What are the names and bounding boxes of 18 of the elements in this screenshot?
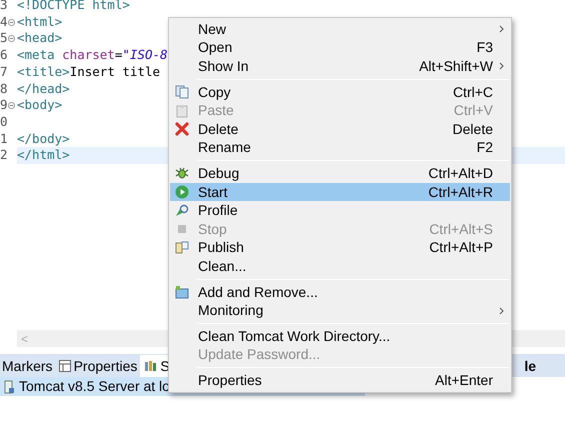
code-line: <title>Insert title [17, 66, 160, 78]
code-line: <body> [17, 99, 62, 112]
line-number: 7 [0, 66, 8, 78]
code-line: </body> [17, 132, 70, 146]
code-line: </head> [17, 82, 70, 96]
code-line: <head> [17, 32, 62, 45]
line-number: 6 [0, 49, 8, 62]
line-number: 0 [0, 116, 8, 128]
line-number: 3 [0, 0, 8, 12]
line-number: 1 [0, 132, 8, 146]
code-line: <html> [17, 16, 62, 28]
line-number: 4 [0, 16, 8, 28]
line-number: 8 [0, 82, 8, 96]
code-line: </html> [17, 149, 70, 162]
line-number: 2 [0, 149, 8, 162]
code-line: <meta charset="ISO-8 [17, 49, 168, 62]
line-number: 9 [0, 99, 8, 112]
line-number: 5 [0, 32, 8, 45]
